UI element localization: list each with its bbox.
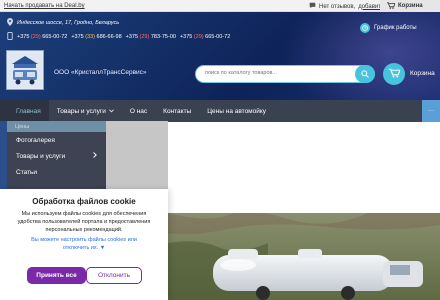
dropdown-item-gallery[interactable]: Фотогалерея xyxy=(7,132,106,148)
cookie-text: Мы используем файлы cookies для обеспече… xyxy=(17,211,151,233)
nav-dropdown-menu: Цены Фотогалерея Товары и услуги Статьи xyxy=(7,121,106,189)
accept-all-button[interactable]: Принять все xyxy=(27,267,86,284)
cart-icon xyxy=(387,1,395,11)
main-nav: Главная Товары и услуги О нас Контакты Ц… xyxy=(0,100,440,122)
nav-item-about[interactable]: О нас xyxy=(122,100,155,122)
company-logo[interactable] xyxy=(6,50,44,90)
cookie-consent-dialog: Обработка файлов cookie Мы используем фа… xyxy=(0,189,168,300)
start-selling-link[interactable]: Начать продавать на Deal.by xyxy=(4,3,85,9)
cookie-title: Обработка файлов cookie xyxy=(32,197,136,206)
top-cart-button[interactable]: Корзина xyxy=(380,0,440,12)
search-icon xyxy=(361,65,369,83)
cart-icon xyxy=(388,65,401,83)
header-cart-button[interactable] xyxy=(383,63,405,85)
dropdown-selected-item[interactable]: Цены xyxy=(7,121,106,132)
nav-item-carwash-prices[interactable]: Цены на автомойку xyxy=(199,100,274,122)
dropdown-item-articles[interactable]: Статьи xyxy=(7,164,106,180)
side-stripe xyxy=(0,121,7,189)
address-text: Индесское шоссе, 17, Гродно, Беларусь xyxy=(17,20,120,26)
search-input[interactable] xyxy=(205,70,345,76)
reviews-text: Нет отзывов, xyxy=(319,3,356,10)
nav-item-products[interactable]: Товары и услуги xyxy=(49,100,122,122)
hero-photo xyxy=(168,213,440,300)
search-button[interactable] xyxy=(355,65,375,83)
decline-button[interactable]: Отклонить xyxy=(86,267,142,284)
company-name: ООО «КристаллТрансСервис» xyxy=(54,69,147,76)
nav-item-home[interactable]: Главная xyxy=(0,100,49,122)
speech-bubble-icon xyxy=(309,2,316,11)
chevron-down-icon xyxy=(108,108,114,115)
map-pin-icon xyxy=(7,18,13,28)
cookie-settings-link[interactable]: Вы можете настроить файлы cookies или от… xyxy=(18,237,150,252)
search-bar xyxy=(195,65,375,83)
top-cart-label: Корзина xyxy=(398,3,423,9)
schedule-label: График работы xyxy=(374,25,417,31)
site-header: Индесское шоссе, 17, Гродно, Беларусь +3… xyxy=(0,12,440,100)
reviews-widget: Нет отзывов, добавить xyxy=(309,2,384,11)
schedule-link[interactable]: График работы xyxy=(360,23,417,33)
phone-1[interactable]: +375 (29) 665-00-72 xyxy=(17,34,67,40)
dropdown-item-products[interactable]: Товары и услуги xyxy=(7,148,106,164)
phone-icon xyxy=(7,32,13,42)
chevron-right-icon xyxy=(93,152,97,160)
address: Индесское шоссе, 17, Гродно, Беларусь xyxy=(7,18,119,28)
phone-4[interactable]: +375 (29) 665-00-72 xyxy=(180,34,230,40)
nav-more-button[interactable]: ··· xyxy=(422,100,440,122)
phone-2[interactable]: +375 (33) 686-66-98 xyxy=(71,34,121,40)
phone-3[interactable]: +375 (29) 783-75-00 xyxy=(126,34,176,40)
clock-icon xyxy=(360,23,370,33)
top-bar: Начать продавать на Deal.by Нет отзывов,… xyxy=(0,0,440,12)
header-cart-label[interactable]: Корзина xyxy=(410,70,435,77)
phone-list: +375 (29) 665-00-72 +375 (33) 686-66-98 … xyxy=(7,32,230,42)
nav-item-contacts[interactable]: Контакты xyxy=(155,100,199,122)
